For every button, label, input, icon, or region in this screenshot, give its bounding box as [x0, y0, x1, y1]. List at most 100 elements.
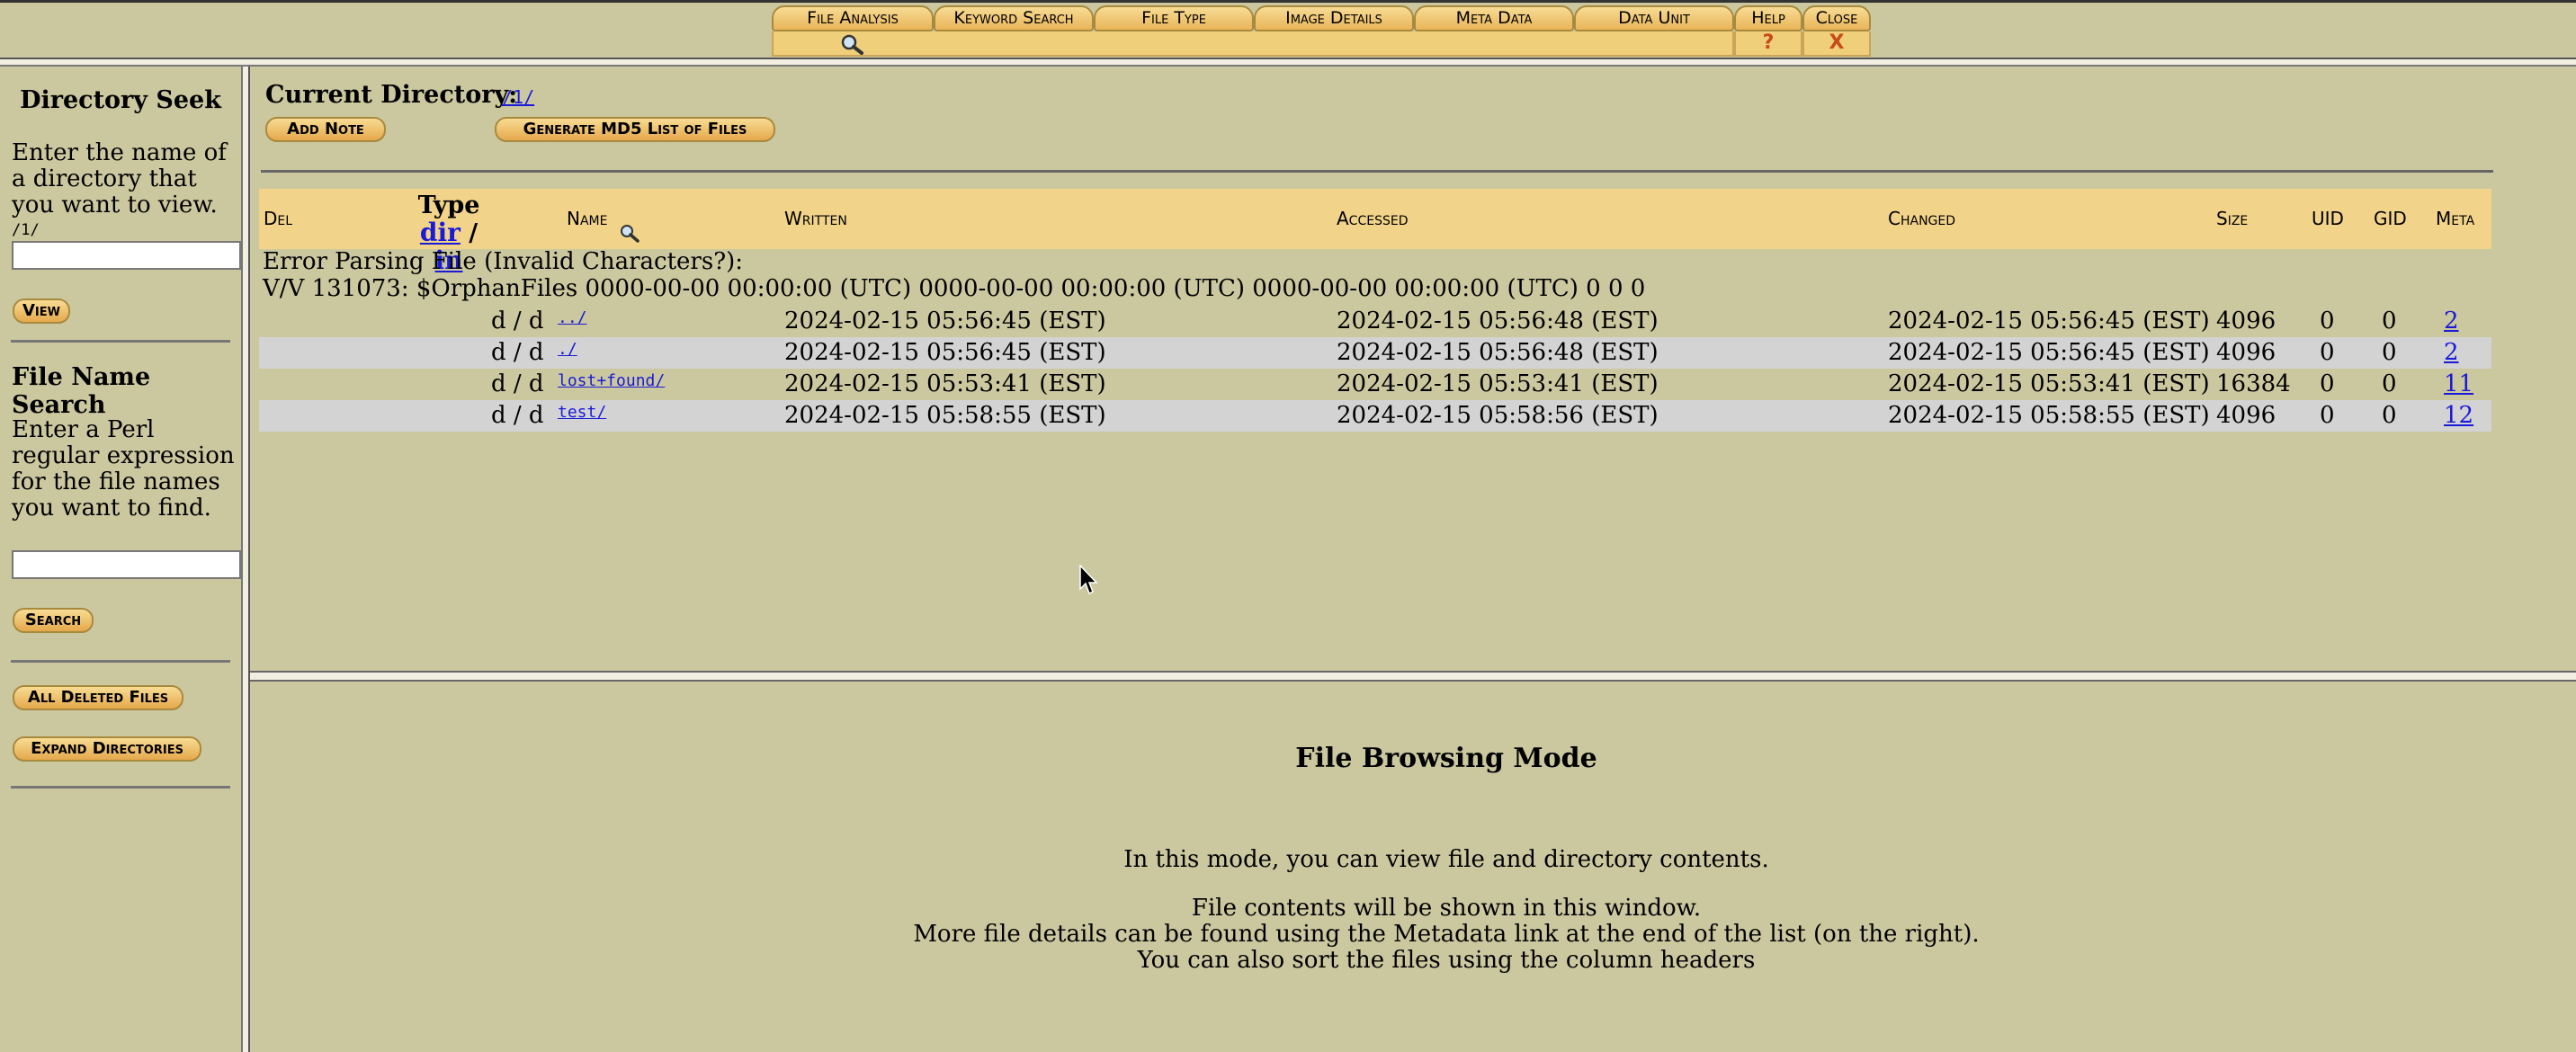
- cell-gid: 0: [2382, 402, 2397, 429]
- col-name-label: Name: [567, 208, 608, 229]
- cell-name-link[interactable]: ./: [558, 334, 577, 365]
- col-type-label: Type: [417, 192, 480, 219]
- type-sep: /: [469, 219, 479, 247]
- close-icon[interactable]: X: [1802, 31, 1871, 57]
- table-header: Del Type dir / in Name Written Accessed …: [259, 189, 2491, 274]
- cell-meta-link[interactable]: 12: [2444, 400, 2473, 432]
- tab-data-unit[interactable]: Data Unit: [1574, 5, 1734, 31]
- left-panel: Directory Seek Enter the name of a direc…: [0, 67, 241, 1052]
- col-changed[interactable]: Changed: [1888, 189, 1955, 249]
- cell-gid: 0: [2382, 308, 2397, 334]
- sort-dir-link[interactable]: dir: [420, 218, 461, 247]
- col-meta[interactable]: Meta: [2436, 189, 2474, 249]
- cell-accessed: 2024-02-15 05:53:41 (EST): [1337, 370, 1659, 397]
- table-row: d / d ./ 2024-02-15 05:56:45 (EST) 2024-02-…: [259, 337, 2491, 369]
- tab-file-analysis[interactable]: File Analysis: [772, 5, 934, 31]
- file-list-frame: Current Directory: /1/ Add Note Generate…: [250, 67, 2576, 674]
- cell-uid: 0: [2320, 339, 2335, 366]
- error-message: Error Parsing File (Invalid Characters?)…: [263, 248, 744, 275]
- cell-written: 2024-02-15 05:56:45 (EST): [784, 308, 1106, 334]
- directory-seek-instructions: Enter the name of a directory that you w…: [12, 139, 227, 218]
- current-directory-link[interactable]: /1/: [502, 86, 534, 108]
- cell-meta-link[interactable]: 2: [2444, 306, 2459, 337]
- tab-image-details[interactable]: Image Details: [1254, 5, 1414, 31]
- tab-close[interactable]: Close: [1802, 5, 1871, 31]
- divider: [11, 660, 230, 663]
- cell-changed: 2024-02-15 05:56:45 (EST): [1888, 339, 2210, 366]
- mode-hint-contents: File contents will be shown in this wind…: [1191, 895, 1702, 922]
- col-written[interactable]: Written: [784, 189, 847, 249]
- add-note-button[interactable]: Add Note: [265, 117, 386, 142]
- frame-divider-top[interactable]: [0, 58, 2576, 67]
- tab-bar: File Analysis Keyword Search File Type I…: [772, 5, 1871, 58]
- cell-type: d / d: [491, 402, 544, 429]
- cell-size: 4096: [2216, 402, 2276, 429]
- cell-uid: 0: [2320, 370, 2335, 397]
- table-row: d / d ../2024-02-15 05:56:45 (EST) 2024-02…: [259, 306, 2491, 337]
- col-uid[interactable]: UID: [2312, 189, 2344, 249]
- orphan-files-entry: V/V 131073: $OrphanFiles 0000-00-00 00:0…: [263, 275, 1646, 302]
- cell-written: 2024-02-15 05:53:41 (EST): [784, 370, 1106, 397]
- divider: [261, 170, 2493, 173]
- cell-changed: 2024-02-15 05:53:41 (EST): [1888, 370, 2210, 397]
- col-gid[interactable]: GID: [2374, 189, 2407, 249]
- cell-type: d / d: [491, 308, 544, 334]
- view-button[interactable]: View: [13, 299, 70, 324]
- cell-type: d / d: [491, 339, 544, 366]
- mode-description: In this mode, you can view file and dire…: [1123, 846, 1769, 873]
- mouse-cursor-icon: [1079, 565, 1098, 595]
- file-name-search-title: File Name Search: [12, 363, 151, 419]
- cell-accessed: 2024-02-15 05:56:48 (EST): [1337, 308, 1659, 334]
- cell-gid: 0: [2382, 339, 2397, 366]
- col-size[interactable]: Size: [2216, 189, 2248, 249]
- top-toolbar: File Analysis Keyword Search File Type I…: [0, 0, 2576, 59]
- directory-seek-input[interactable]: [12, 241, 241, 270]
- cell-name-link[interactable]: lost+found/: [558, 365, 665, 397]
- table-row: d / d test/2024-02-15 05:58:55 (EST) 2024-…: [259, 400, 2491, 432]
- cell-uid: 0: [2320, 402, 2335, 429]
- cell-changed: 2024-02-15 05:58:55 (EST): [1888, 402, 2210, 429]
- cell-type: d / d: [491, 370, 544, 397]
- tab-file-type[interactable]: File Type: [1094, 5, 1254, 31]
- tab-keyword-search[interactable]: Keyword Search: [934, 5, 1094, 31]
- frame-divider-horizontal[interactable]: [250, 671, 2576, 682]
- file-name-search-instructions: Enter a Perl regular expression for the …: [12, 416, 235, 522]
- divider: [11, 340, 230, 343]
- expand-directories-button[interactable]: Expand Directories: [13, 736, 201, 762]
- frame-divider-vertical[interactable]: [241, 67, 250, 1052]
- cell-size: 4096: [2216, 339, 2276, 366]
- mode-hint-sort: You can also sort the files using the co…: [1137, 947, 1756, 974]
- mode-title: File Browsing Mode: [1295, 743, 1597, 774]
- table-row: d / d lost+found/2024-02-15 05:53:41 (EST…: [259, 369, 2491, 400]
- cell-size: 4096: [2216, 308, 2276, 334]
- cell-name-link[interactable]: test/: [558, 397, 606, 428]
- cell-gid: 0: [2382, 370, 2397, 397]
- file-analysis-search-strip[interactable]: [772, 31, 1734, 57]
- cell-size: 16384: [2216, 370, 2291, 397]
- cell-meta-link[interactable]: 2: [2444, 337, 2459, 369]
- help-icon[interactable]: ?: [1734, 31, 1802, 57]
- col-accessed[interactable]: Accessed: [1337, 189, 1408, 249]
- cell-written: 2024-02-15 05:56:45 (EST): [784, 339, 1106, 366]
- file-content-frame: File Browsing Mode In this mode, you can…: [250, 682, 2576, 1052]
- tab-meta-data[interactable]: Meta Data: [1414, 5, 1574, 31]
- current-directory-label: Current Directory:: [265, 81, 518, 109]
- cell-meta-link[interactable]: 11: [2444, 369, 2473, 400]
- directory-seek-current: /1/: [12, 221, 40, 239]
- cell-accessed: 2024-02-15 05:58:56 (EST): [1337, 402, 1659, 429]
- mode-hint-metadata: More file details can be found using the…: [913, 921, 1980, 948]
- generate-md5-button[interactable]: Generate MD5 List of Files: [495, 117, 775, 142]
- col-name[interactable]: Name: [567, 189, 640, 249]
- search-button[interactable]: Search: [13, 608, 94, 633]
- divider: [11, 786, 230, 789]
- cell-name-link[interactable]: ../: [558, 302, 587, 334]
- cell-accessed: 2024-02-15 05:56:48 (EST): [1337, 339, 1659, 366]
- file-name-search-input[interactable]: [12, 550, 241, 579]
- col-del[interactable]: Del: [264, 189, 292, 249]
- cell-written: 2024-02-15 05:58:55 (EST): [784, 402, 1106, 429]
- tab-help[interactable]: Help: [1734, 5, 1802, 31]
- all-deleted-files-button[interactable]: All Deleted Files: [13, 685, 183, 710]
- cell-changed: 2024-02-15 05:56:45 (EST): [1888, 308, 2210, 334]
- cell-uid: 0: [2320, 308, 2335, 334]
- directory-seek-title: Directory Seek: [20, 86, 221, 114]
